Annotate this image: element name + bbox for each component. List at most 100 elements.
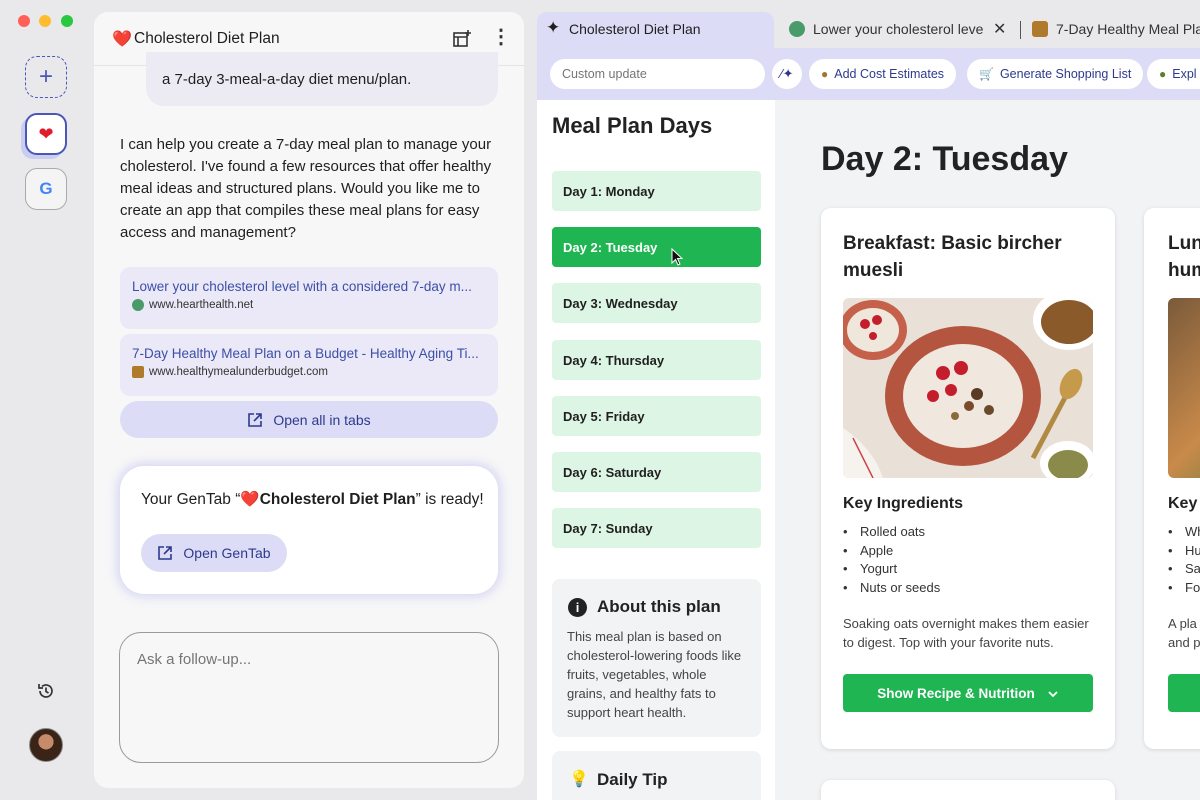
lunch-card: Lun hum Key I Wh Hu Sa Fo A pla and p: [1144, 208, 1200, 749]
assistant-message: I can help you create a 7-day meal plan …: [120, 136, 492, 241]
user-message-text: a 7-day 3-meal-a-day diet menu/plan.: [162, 71, 412, 88]
source-title: 7-Day Healthy Meal Plan on a Budget - He…: [132, 346, 479, 361]
show-recipe-button[interactable]: [1168, 674, 1200, 712]
rail-item-cholesterol-plan[interactable]: ❤: [25, 113, 67, 155]
google-icon: G: [39, 179, 53, 198]
explore-button[interactable]: ● Expl: [1147, 59, 1200, 89]
heart-icon: ❤️: [112, 31, 132, 48]
globe-icon: ●: [1159, 67, 1167, 81]
daily-tip-heading: Daily Tip: [597, 770, 668, 789]
meal-title: Lun hum: [1168, 233, 1200, 281]
day-title: Day 2: Tuesday: [821, 140, 1068, 178]
globe-icon: [789, 21, 805, 37]
source-url: www.healthymealunderbudget.com: [149, 366, 328, 378]
list-item: Yogurt: [843, 561, 1093, 580]
site-favicon-icon: [132, 366, 144, 378]
custom-update-input[interactable]: [550, 59, 765, 89]
tab-7-day-meal-plan[interactable]: 7-Day Healthy Meal Plan: [1032, 12, 1200, 48]
heart-icon: ❤: [38, 123, 54, 144]
history-icon[interactable]: [36, 681, 56, 701]
site-favicon-icon: [1032, 21, 1048, 37]
gentab-ready-text: Your GenTab “❤️Cholesterol Diet Plan” is…: [141, 491, 484, 508]
days-heading: Meal Plan Days: [552, 113, 713, 138]
magic-wand-icon: ⁄✦: [780, 66, 794, 81]
source-title: Lower your cholesterol level with a cons…: [132, 279, 472, 294]
about-plan-box: i About this plan This meal plan is base…: [552, 579, 761, 737]
tab-divider: [1020, 21, 1021, 39]
magic-wand-button[interactable]: ⁄✦: [772, 59, 802, 89]
minimize-window-button[interactable]: [39, 15, 51, 27]
meal-title: Breakfast: Basic bircher muesli: [843, 233, 1062, 281]
list-item: Hu: [1168, 543, 1200, 562]
user-message-bubble: a 7-day 3-meal-a-day diet menu/plan.: [146, 52, 498, 106]
followup-input[interactable]: [119, 632, 499, 763]
source-url: www.hearthealth.net: [149, 299, 254, 311]
zoom-window-button[interactable]: [61, 15, 73, 27]
open-all-tabs-label: Open all in tabs: [273, 411, 371, 428]
globe-icon: [132, 299, 144, 311]
show-recipe-button[interactable]: Show Recipe & Nutrition: [843, 674, 1093, 712]
day-button[interactable]: Day 6: Saturday: [552, 452, 761, 492]
day-button[interactable]: Day 7: Sunday: [552, 508, 761, 548]
cart-icon: 🛒: [979, 67, 994, 81]
chat-title: Cholesterol Diet Plan: [134, 30, 280, 47]
show-recipe-label: Show Recipe & Nutrition: [877, 685, 1035, 701]
new-chat-button[interactable]: +: [25, 56, 67, 98]
day-button[interactable]: Day 1: Monday: [552, 171, 761, 211]
muesli-photo: [843, 298, 1093, 478]
gentab-toolbar: ⁄✦ ● Add Cost Estimates 🛒 Generate Shopp…: [537, 48, 1200, 100]
plus-icon: +: [38, 63, 53, 90]
next-meal-card: [821, 780, 1115, 800]
add-cost-estimates-button[interactable]: ● Add Cost Estimates: [809, 59, 957, 89]
add-to-tab-icon[interactable]: [452, 29, 472, 49]
info-icon: i: [568, 598, 587, 617]
about-heading: About this plan: [597, 597, 721, 616]
gentab-content: Meal Plan Days Day 1: Monday Day 2: Tues…: [537, 100, 1200, 800]
mouse-cursor: [671, 247, 684, 266]
money-bag-icon: ●: [821, 67, 829, 81]
close-window-button[interactable]: [18, 15, 30, 27]
list-item: Wh: [1168, 524, 1200, 543]
open-external-icon: [157, 545, 173, 561]
open-all-tabs-button[interactable]: Open all in tabs: [120, 401, 498, 438]
open-external-icon: [247, 412, 263, 428]
tab-label: Lower your cholesterol level w: [813, 21, 983, 37]
avatar[interactable]: [29, 728, 63, 762]
day-button[interactable]: Day 3: Wednesday: [552, 283, 761, 323]
meal-note: Soaking oats overnight makes them easier…: [843, 616, 1089, 650]
chat-panel: ❤️ Cholesterol Diet Plan ⋮ a 7-day 3-mea…: [94, 12, 524, 788]
list-item: Fo: [1168, 580, 1200, 599]
daily-tip-box: 💡 Daily Tip: [552, 751, 761, 800]
chevron-down-icon: [1047, 687, 1059, 699]
ingredients-heading: Key I: [1168, 495, 1200, 512]
tab-cholesterol-diet-plan[interactable]: ✦ Cholesterol Diet Plan: [537, 12, 774, 48]
sparkle-icon: ✦: [546, 18, 561, 37]
tab-label: 7-Day Healthy Meal Plan: [1056, 21, 1200, 37]
ingredients-heading: Key Ingredients: [843, 495, 964, 512]
source-card[interactable]: Lower your cholesterol level with a cons…: [120, 267, 498, 329]
close-tab-icon[interactable]: ✕: [993, 19, 1006, 39]
rail-item-google[interactable]: G: [25, 168, 67, 210]
tab-lower-cholesterol[interactable]: Lower your cholesterol level w ✕: [787, 12, 1017, 48]
meal-note: A pla and p: [1168, 616, 1200, 650]
day-button[interactable]: Day 4: Thursday: [552, 340, 761, 380]
generate-shopping-list-button[interactable]: 🛒 Generate Shopping List: [967, 59, 1144, 89]
day-button-selected[interactable]: Day 2: Tuesday: [552, 227, 761, 267]
about-text: This meal plan is based on cholesterol-l…: [567, 629, 742, 720]
tab-bar: ✦ Cholesterol Diet Plan Lower your chole…: [537, 12, 1200, 48]
day-button[interactable]: Day 5: Friday: [552, 396, 761, 436]
list-item: Apple: [843, 543, 1093, 562]
lightbulb-icon: 💡: [569, 771, 589, 788]
list-item: Nuts or seeds: [843, 580, 1093, 599]
tab-label: Cholesterol Diet Plan: [569, 21, 701, 37]
open-gentab-button[interactable]: Open GenTab: [141, 534, 287, 572]
breakfast-card: Breakfast: Basic bircher muesli Key Ingr…: [821, 208, 1115, 749]
gentab-ready-card: Your GenTab “❤️Cholesterol Diet Plan” is…: [120, 466, 498, 594]
ingredients-list: Rolled oats Apple Yogurt Nuts or seeds: [843, 524, 1093, 598]
list-item: Sa: [1168, 561, 1200, 580]
source-card[interactable]: 7-Day Healthy Meal Plan on a Budget - He…: [120, 334, 498, 396]
open-gentab-label: Open GenTab: [183, 545, 271, 561]
lunch-photo: [1168, 298, 1200, 478]
more-options-icon[interactable]: ⋮: [491, 27, 511, 47]
list-item: Rolled oats: [843, 524, 1093, 543]
